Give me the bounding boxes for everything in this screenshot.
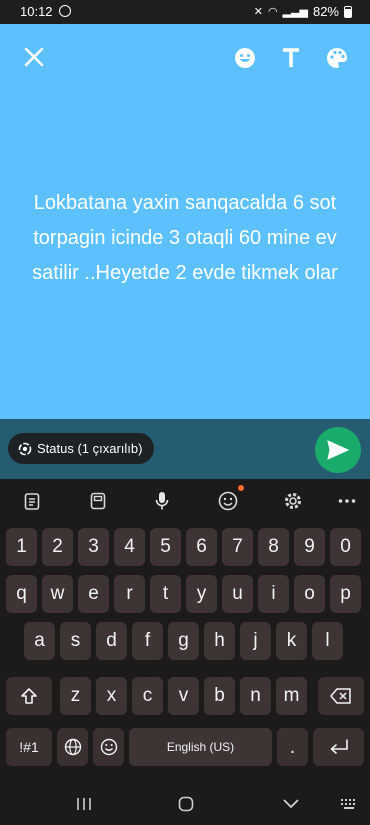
key[interactable]: d [96,622,127,660]
status-text-input[interactable]: Lokbatana yaxin sanqacalda 6 sot torpagi… [20,186,350,291]
clipboard-button[interactable] [20,489,44,513]
back-button[interactable] [276,793,306,815]
key[interactable]: p [330,575,361,613]
enter-icon [330,739,348,754]
keyboard-settings-button[interactable] [281,489,305,513]
home-icon [178,796,194,812]
backspace-key[interactable] [318,677,364,715]
battery-icon [344,5,352,18]
key[interactable]: g [168,622,199,660]
close-icon [24,47,44,67]
close-button[interactable] [20,44,48,72]
key[interactable]: 1 [6,528,37,566]
enter-key[interactable] [313,728,364,766]
key[interactable]: n [240,677,271,715]
globe-icon [64,738,81,756]
chevron-down-icon [283,799,299,809]
key[interactable]: 9 [294,528,325,566]
new-badge-dot [238,485,244,491]
audience-label: Status (1 çıxarılıb) [37,441,143,456]
font-button[interactable] [277,44,305,72]
period-key[interactable]: . [277,728,308,766]
key[interactable]: l [312,622,343,660]
send-button[interactable] [315,427,361,473]
emoji-button[interactable] [231,44,259,72]
key[interactable]: j [240,622,271,660]
key[interactable]: 0 [330,528,361,566]
key[interactable]: 6 [186,528,217,566]
key[interactable]: i [258,575,289,613]
more-icon [338,499,356,503]
status-bar: 10:12 ✕ ◠ ▂▃▅ 82% [0,0,370,24]
key[interactable]: 3 [78,528,109,566]
key[interactable]: h [204,622,235,660]
compose-bar: Status (1 çıxarılıb) [0,419,370,479]
key[interactable]: f [132,622,163,660]
emoji-icon [100,738,117,756]
key[interactable]: 2 [42,528,73,566]
wifi-icon: ◠ [267,5,278,18]
emoji-icon [218,491,238,511]
gear-icon [285,493,301,509]
key[interactable]: 4 [114,528,145,566]
key[interactable]: v [168,677,199,715]
shift-key[interactable] [6,677,52,715]
key[interactable]: k [276,622,307,660]
battery-percent: 82% [312,4,339,19]
mute-icon: ✕ [253,5,263,18]
key[interactable]: b [204,677,235,715]
text-icon [283,48,299,67]
space-key[interactable]: English (US) [129,728,272,766]
keyboard: 1 2 3 4 5 6 7 8 9 0 q w e r t y u i o p … [0,479,370,783]
key[interactable]: w [42,575,73,613]
sticker-icon [90,492,106,510]
key[interactable]: t [150,575,181,613]
signal-icon: ▂▃▅ [282,5,308,18]
clipboard-icon [24,493,40,510]
keyboard-toolbar [0,479,370,521]
language-key[interactable] [57,728,88,766]
key[interactable]: s [60,622,91,660]
shift-icon [21,688,37,704]
key[interactable]: 8 [258,528,289,566]
sticker-button[interactable] [86,489,110,513]
symbols-key[interactable]: !#1 [6,728,52,766]
keyboard-switch-button[interactable] [334,793,364,815]
key[interactable]: q [6,575,37,613]
audience-selector[interactable]: Status (1 çıxarılıb) [8,433,155,464]
recent-apps-button[interactable] [69,793,99,815]
emoji-key[interactable] [93,728,124,766]
emoji-icon [235,48,255,68]
recent-apps-icon [77,798,91,810]
key[interactable]: z [60,677,91,715]
palette-icon [327,48,347,68]
status-ring-icon [18,442,32,455]
key[interactable]: x [96,677,127,715]
key[interactable]: 7 [222,528,253,566]
send-icon [327,440,349,460]
key[interactable]: 5 [150,528,181,566]
key[interactable]: a [24,622,55,660]
whatsapp-notification-icon [59,5,71,17]
key[interactable]: m [276,677,307,715]
voice-input-button[interactable] [150,489,174,513]
mic-icon [155,492,169,510]
status-icons: ✕ ◠ ▂▃▅ 82% [254,4,352,19]
key[interactable]: o [294,575,325,613]
text-status-canvas[interactable]: Lokbatana yaxin sanqacalda 6 sot torpagi… [0,24,370,419]
emoji-keyboard-button[interactable] [216,485,244,513]
color-button[interactable] [323,44,351,72]
home-button[interactable] [171,793,201,815]
key[interactable]: u [222,575,253,613]
key[interactable]: e [78,575,109,613]
keyboard-icon [341,799,355,809]
key[interactable]: c [132,677,163,715]
key[interactable]: y [186,575,217,613]
key[interactable]: r [114,575,145,613]
navigation-bar [0,783,370,825]
backspace-icon [330,688,351,704]
clock: 10:12 [20,4,53,19]
more-button[interactable] [335,489,359,513]
